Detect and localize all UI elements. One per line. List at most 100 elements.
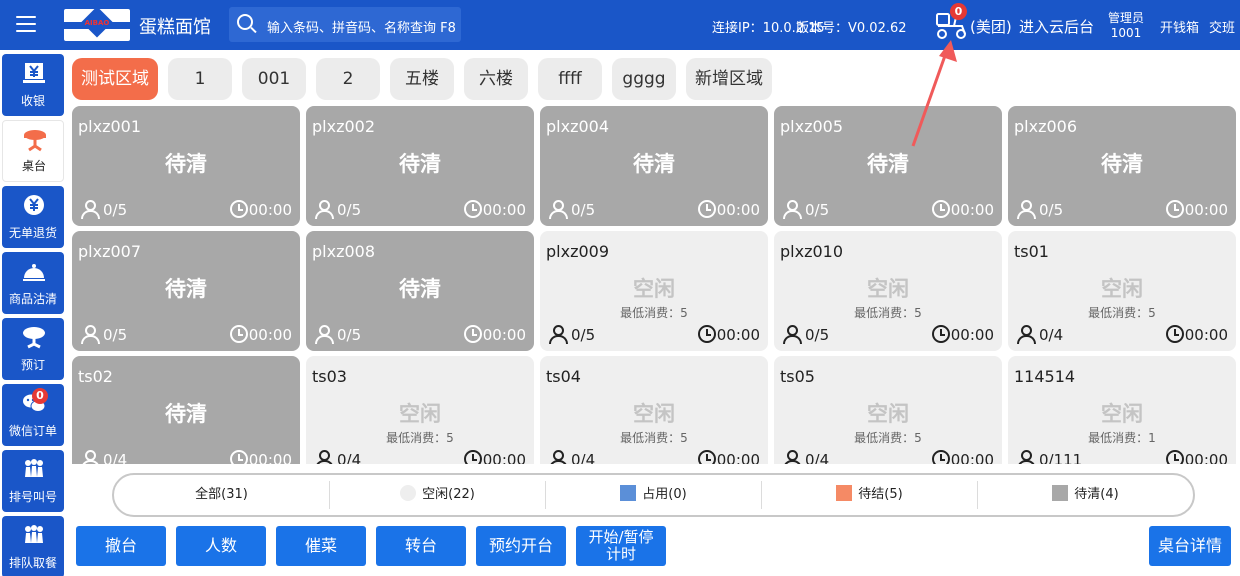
tab-area-ffff[interactable]: ffff bbox=[538, 58, 602, 100]
table-card[interactable]: plxz005 待清 0/5 00:00 bbox=[774, 106, 1002, 226]
sidebar-item-label: 排号叫号 bbox=[8, 490, 57, 504]
guest-count-button[interactable]: 人数 bbox=[176, 526, 266, 566]
table-guests: 0/4 bbox=[548, 450, 595, 464]
clock-icon bbox=[931, 450, 950, 464]
tab-area-fifth-floor[interactable]: 五楼 bbox=[390, 58, 454, 100]
filter-to-clean[interactable]: 待清(4) bbox=[978, 475, 1193, 515]
table-card[interactable]: ts03 空闲 最低消费：5 0/4 00:00 bbox=[306, 356, 534, 464]
table-card[interactable]: plxz007 待清 0/5 00:00 bbox=[72, 231, 300, 351]
table-card[interactable]: ts02 待清 0/4 00:00 bbox=[72, 356, 300, 464]
admin-id: 1001 bbox=[1110, 26, 1142, 40]
table-card[interactable]: plxz006 待清 0/5 00:00 bbox=[1008, 106, 1236, 226]
table-status: 待清 bbox=[633, 152, 675, 176]
table-card[interactable]: ts04 空闲 最低消费：5 0/4 00:00 bbox=[540, 356, 768, 464]
table-name: ts01 bbox=[1014, 242, 1049, 261]
person-icon bbox=[314, 450, 334, 464]
filter-all[interactable]: 全部(31) bbox=[114, 475, 329, 515]
table-name: plxz005 bbox=[780, 117, 844, 136]
tab-area-1[interactable]: 1 bbox=[168, 58, 232, 100]
sidebar-item-label: 预订 bbox=[20, 358, 45, 372]
shift-handover-button[interactable]: 交班 bbox=[1209, 17, 1235, 36]
table-name: plxz008 bbox=[312, 242, 376, 261]
filter-pending-payment[interactable]: 待结(5) bbox=[762, 475, 977, 515]
search-box[interactable]: 输入条码、拼音码、名称查询 F8 bbox=[229, 7, 461, 42]
sidebar-item-refund[interactable]: 无单退货 bbox=[2, 186, 64, 248]
table-card[interactable]: plxz010 空闲 最低消费：5 0/5 00:00 bbox=[774, 231, 1002, 351]
table-min-fee: 最低消费：5 bbox=[620, 431, 688, 445]
sidebar-item-queue-pickup[interactable]: 排队取餐 bbox=[2, 516, 64, 576]
clock-icon bbox=[697, 200, 716, 218]
status-filter-bar: 全部(31) 空闲(22) 占用(0) 待结(5) 待清(4) bbox=[112, 473, 1195, 517]
filter-idle[interactable]: 空闲(22) bbox=[330, 475, 545, 515]
reserve-open-button[interactable]: 预约开台 bbox=[476, 526, 566, 566]
menu-icon[interactable] bbox=[16, 16, 36, 32]
tab-area-sixth-floor[interactable]: 六楼 bbox=[464, 58, 528, 100]
sidebar-item-sold-out[interactable]: 商品沽清 bbox=[2, 252, 64, 314]
timer-toggle-button[interactable]: 开始/暂停 计时 bbox=[576, 526, 666, 566]
clock-icon bbox=[1165, 325, 1184, 343]
person-icon bbox=[782, 450, 802, 464]
table-status: 待清 bbox=[399, 277, 441, 301]
table-card[interactable]: ts05 空闲 最低消费：5 0/4 00:00 bbox=[774, 356, 1002, 464]
table-timer: 00:00 bbox=[463, 200, 526, 220]
search-placeholder[interactable]: 输入条码、拼音码、名称查询 F8 bbox=[267, 17, 456, 36]
clock-icon bbox=[463, 325, 482, 343]
clock-icon bbox=[463, 200, 482, 218]
admin-info[interactable]: 管理员 1001 bbox=[1108, 11, 1144, 41]
sidebar-item-label: 收银 bbox=[20, 94, 45, 108]
open-cashbox-button[interactable]: 开钱箱 bbox=[1160, 17, 1199, 36]
table-name: plxz007 bbox=[78, 242, 142, 261]
person-icon bbox=[1016, 200, 1036, 219]
table-card[interactable]: plxz009 空闲 最低消费：5 0/5 00:00 bbox=[540, 231, 768, 351]
clock-icon bbox=[931, 325, 950, 343]
table-guests: 0/5 bbox=[80, 200, 127, 220]
tab-area-2[interactable]: 2 bbox=[316, 58, 380, 100]
tab-area-001[interactable]: 001 bbox=[242, 58, 306, 100]
table-card[interactable]: 114514 空闲 最低消费：1 0/111 00:00 bbox=[1008, 356, 1236, 464]
table-guests: 0/5 bbox=[314, 200, 361, 220]
clock-icon bbox=[463, 450, 482, 464]
table-name: plxz004 bbox=[546, 117, 610, 136]
table-timer: 00:00 bbox=[1165, 450, 1228, 464]
table-timer: 00:00 bbox=[697, 450, 760, 464]
table-min-fee: 最低消费：5 bbox=[386, 431, 454, 445]
table-guests: 0/4 bbox=[1016, 325, 1063, 345]
tab-area-test[interactable]: 测试区域 bbox=[72, 58, 158, 100]
table-detail-button[interactable]: 桌台详情 bbox=[1149, 526, 1231, 566]
clock-icon bbox=[1165, 450, 1184, 464]
person-icon bbox=[548, 450, 568, 464]
table-timer: 00:00 bbox=[697, 325, 760, 345]
table-card[interactable]: ts01 空闲 最低消费：5 0/4 00:00 bbox=[1008, 231, 1236, 351]
table-timer: 00:00 bbox=[229, 325, 292, 345]
sidebar-item-reservation[interactable]: 预订 bbox=[2, 318, 64, 380]
table-status: 空闲 bbox=[633, 402, 675, 426]
person-icon bbox=[1016, 325, 1036, 344]
table-status: 空闲 bbox=[867, 402, 909, 426]
filter-occupied[interactable]: 占用(0) bbox=[546, 475, 761, 515]
table-card[interactable]: plxz001 待清 0/5 00:00 bbox=[72, 106, 300, 226]
sidebar-item-label: 微信订单 bbox=[8, 424, 57, 438]
cloud-backend-link[interactable]: 进入云后台 bbox=[1019, 16, 1094, 37]
table-min-fee: 最低消费：5 bbox=[1088, 306, 1156, 320]
sidebar-item-queue-call[interactable]: 排号叫号 bbox=[2, 450, 64, 512]
transfer-table-button[interactable]: 转台 bbox=[376, 526, 466, 566]
queue-pickup-icon bbox=[25, 525, 43, 543]
table-card[interactable]: plxz004 待清 0/5 00:00 bbox=[540, 106, 768, 226]
sidebar-item-wechat-orders[interactable]: 0 微信订单 bbox=[2, 384, 64, 446]
sidebar-item-cashier[interactable]: 收银 bbox=[2, 54, 64, 116]
tab-area-new[interactable]: 新增区域 bbox=[686, 58, 772, 100]
person-icon bbox=[80, 200, 100, 219]
table-timer: 00:00 bbox=[931, 200, 994, 220]
meituan-label[interactable]: (美团) bbox=[970, 16, 1012, 37]
sidebar-item-tables[interactable]: 桌台 bbox=[2, 120, 64, 182]
table-status: 空闲 bbox=[399, 402, 441, 426]
table-card[interactable]: plxz002 待清 0/5 00:00 bbox=[306, 106, 534, 226]
table-card[interactable]: plxz008 待清 0/5 00:00 bbox=[306, 231, 534, 351]
reserve-icon bbox=[23, 327, 45, 349]
top-bar: AIBAO 蛋糕面馆 输入条码、拼音码、名称查询 F8 连接IP：10.0.2.… bbox=[0, 0, 1240, 50]
table-name: plxz010 bbox=[780, 242, 844, 261]
tab-area-gggg[interactable]: gggg bbox=[612, 58, 676, 100]
urge-dish-button[interactable]: 催菜 bbox=[276, 526, 366, 566]
person-icon bbox=[80, 325, 100, 344]
clear-table-button[interactable]: 撤台 bbox=[76, 526, 166, 566]
